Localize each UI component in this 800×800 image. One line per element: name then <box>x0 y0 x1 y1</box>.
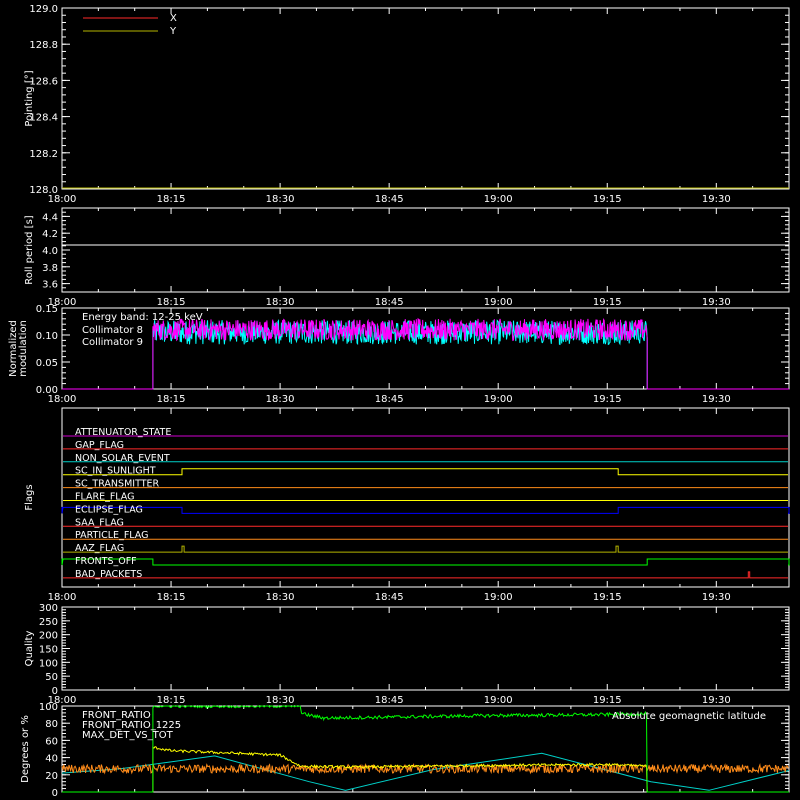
energy-band-annotation: Energy band: 12-25 keV <box>82 312 203 323</box>
y-tick-label: 129.0 <box>29 4 58 15</box>
modulation-panel: 18:00 18:15 18:30 18:45 19:00 19:15 19:300.000… <box>8 304 790 405</box>
y-tick-label: 200 <box>39 631 58 642</box>
x-tick-label: 19:15 <box>593 394 622 405</box>
x-tick-label: 19:15 <box>593 194 622 205</box>
y-tick-label: 0.05 <box>36 358 58 369</box>
flag-label: AAZ_FLAG <box>75 543 124 554</box>
y-tick-label: 0.15 <box>36 304 58 315</box>
legend-label: Y <box>169 26 177 37</box>
flag-label: GAP_FLAG <box>75 440 124 451</box>
x-tick-label: 18:30 <box>266 592 295 603</box>
flag-label: SAA_FLAG <box>75 517 124 528</box>
y-tick-label: 4.0 <box>42 246 58 257</box>
modulation-line-collimator-9 <box>62 317 789 390</box>
quality-panel: 18:00 18:15 18:30 18:45 19:00 19:15 19:3005010… <box>24 603 790 706</box>
y-tick-label: 60 <box>45 736 58 747</box>
legend-label: MAX_DET_VS_TOT <box>82 730 174 741</box>
x-tick-label: 19:30 <box>702 297 731 308</box>
flag-label: SC_TRANSMITTER <box>75 479 160 490</box>
x-tick-label: 18:45 <box>375 695 404 706</box>
y-tick-label: 300 <box>39 603 58 614</box>
flag-line <box>61 558 790 566</box>
x-tick-label: 18:15 <box>157 592 186 603</box>
x-tick-label: 18:45 <box>375 194 404 205</box>
y-tick-label: 128.2 <box>29 149 58 160</box>
x-tick-label: 19:00 <box>484 297 513 308</box>
x-tick-label: 19:00 <box>484 394 513 405</box>
y-tick-label: 20 <box>45 771 58 782</box>
x-tick-label: 18:45 <box>375 394 404 405</box>
flag-label: FRONTS_OFF <box>75 556 137 567</box>
plot-frame <box>61 207 790 293</box>
y-tick-label: 100 <box>39 702 58 713</box>
x-tick-label: 18:30 <box>266 695 295 706</box>
x-tick-label: 19:30 <box>702 394 731 405</box>
y-tick-label: 4.2 <box>42 229 58 240</box>
figure: 18:00 18:15 18:30 18:45 19:00 19:15 19:30 128.0… <box>0 0 800 800</box>
plot-frame <box>61 606 790 691</box>
legend-label: X <box>170 13 177 24</box>
x-tick-label: 19:00 <box>484 695 513 706</box>
y-tick-label: 4.4 <box>42 212 58 223</box>
y-axis-title: Flags <box>24 484 35 510</box>
x-tick-label: 18:30 <box>266 297 295 308</box>
y-tick-label: 250 <box>39 617 58 628</box>
y-tick-label: 0.10 <box>36 331 58 342</box>
x-tick-label: 19:15 <box>593 592 622 603</box>
flag-label: PARTICLE_FLAG <box>75 530 148 541</box>
x-tick-label: 18:15 <box>157 194 186 205</box>
x-tick-label: 19:30 <box>702 194 731 205</box>
flag-label: ECLIPSE_FLAG <box>75 504 143 515</box>
x-tick-label: 19:30 <box>702 592 731 603</box>
x-tick-label: 19:00 <box>484 194 513 205</box>
x-tick-label: 18:30 <box>266 194 295 205</box>
flag-label: BAD_PACKETS <box>75 569 142 580</box>
y-axis-title: Roll period [s] <box>24 215 35 284</box>
flag-line <box>61 506 790 514</box>
y-tick-label: 150 <box>39 645 58 656</box>
legend-label: Collimator 9 <box>82 337 143 348</box>
ratios-panel: 020406080100Degrees or % FRONT_RATIOFRONT… <box>20 702 790 799</box>
geomagnetic-latitude-label: Absolute geomagnetic latitude <box>612 711 766 722</box>
x-tick-label: 18:45 <box>375 297 404 308</box>
y-tick-label: 0 <box>52 686 58 697</box>
x-tick-label: 19:15 <box>593 297 622 308</box>
x-tick-label: 19:15 <box>593 695 622 706</box>
x-tick-label: 18:45 <box>375 592 404 603</box>
pointing-panel: 18:00 18:15 18:30 18:45 19:00 19:15 19:30128.0… <box>24 4 790 205</box>
flag-label: NON_SOLAR_EVENT <box>75 453 170 464</box>
x-tick-label: 19:00 <box>484 592 513 603</box>
y-tick-label: 3.6 <box>42 280 58 291</box>
flag-line <box>63 468 788 476</box>
flag-label: ATTENUATOR_STATE <box>75 427 171 438</box>
x-tick-label: 18:15 <box>157 297 186 308</box>
y-tick-label: 100 <box>39 658 58 669</box>
y-tick-label: 80 <box>45 719 58 730</box>
x-tick-label: 18:00 <box>48 592 77 603</box>
y-tick-label: 0.00 <box>36 385 58 396</box>
y-axis-title: Degrees or % <box>20 715 31 783</box>
y-axis-title: Quality <box>24 631 35 667</box>
y-tick-label: 50 <box>45 672 58 683</box>
y-tick-label: 128.8 <box>29 40 58 51</box>
y-tick-label: 128.0 <box>29 185 58 196</box>
flags-panel: 18:00 18:15 18:30 18:45 19:00 19:15 19:30 Flags… <box>24 407 790 603</box>
y-axis-title: Pointing [°] <box>24 70 35 126</box>
flag-label: SC_IN_SUNLIGHT <box>75 466 156 477</box>
flag-label: FLARE_FLAG <box>75 492 135 503</box>
x-tick-label: 18:15 <box>157 695 186 706</box>
roll-period-panel: 18:00 18:15 18:30 18:45 19:00 19:15 19:303.63.… <box>24 207 790 308</box>
y-tick-label: 40 <box>45 754 58 765</box>
x-tick-label: 19:30 <box>702 695 731 706</box>
flag-line <box>63 571 788 579</box>
y-tick-label: 3.8 <box>42 263 58 274</box>
y-axis-title: modulation <box>18 320 29 377</box>
x-tick-label: 18:30 <box>266 394 295 405</box>
legend-label: Collimator 8 <box>82 325 143 336</box>
x-tick-label: 18:15 <box>157 394 186 405</box>
y-tick-label: 0 <box>52 788 58 799</box>
flag-line <box>63 545 788 553</box>
